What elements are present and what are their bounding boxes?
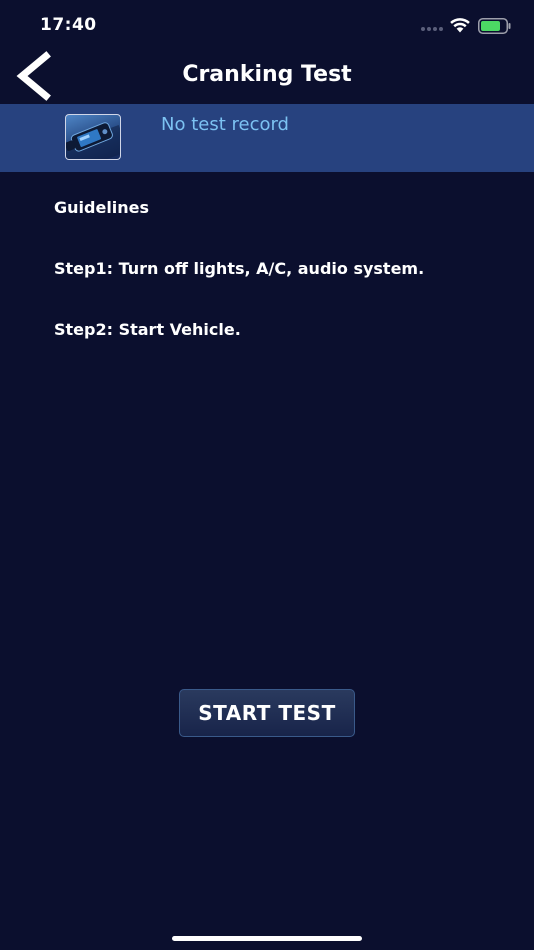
obd-device-icon [65,114,121,160]
guideline-step-1: Step1: Turn off lights, A/C, audio syste… [54,259,425,278]
status-time: 17:40 [40,15,97,35]
guideline-step-2: Step2: Start Vehicle. [54,320,241,339]
home-indicator[interactable] [172,936,362,941]
battery-icon [478,18,511,34]
signal-dots-icon [421,27,443,31]
status-bar: 17:40 [0,0,534,50]
wifi-icon [450,18,470,33]
page-title: Cranking Test [182,62,352,87]
nav-bar: Cranking Test [0,50,534,104]
guidelines-heading: Guidelines [54,198,150,217]
test-record-bar[interactable]: No test record [0,104,534,172]
start-test-button[interactable]: START TEST [179,689,355,737]
test-record-status: No test record [161,114,289,135]
guidelines-section: Guidelines Step1: Turn off lights, A/C, … [54,198,514,340]
